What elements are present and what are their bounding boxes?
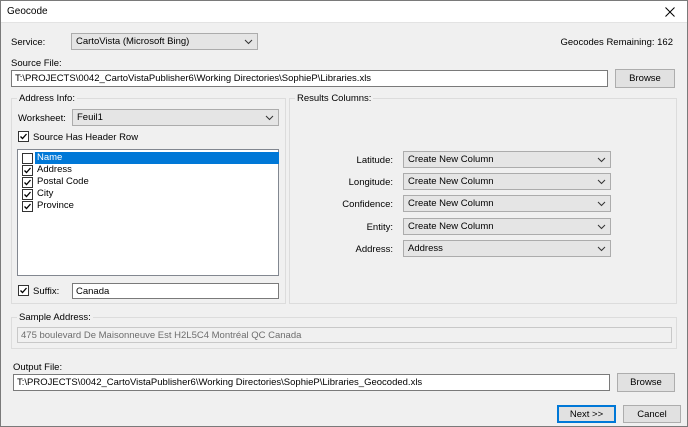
- address-fields-list[interactable]: Name Address Postal Code City Province: [17, 149, 279, 276]
- chevron-down-icon: [597, 179, 606, 185]
- list-item-label: Address: [37, 164, 72, 175]
- worksheet-value: Feuil1: [77, 112, 103, 123]
- field-checkbox[interactable]: [22, 189, 33, 200]
- output-file-field[interactable]: T:\PROJECTS\0042_CartoVistaPublisher6\Wo…: [13, 374, 610, 391]
- service-value: CartoVista (Microsoft Bing): [76, 36, 190, 47]
- output-file-label: Output File:: [13, 362, 63, 373]
- field-checkbox[interactable]: [22, 177, 33, 188]
- suffix-checkbox[interactable]: [18, 285, 29, 296]
- chevron-down-icon: [597, 224, 606, 230]
- suffix-label: Suffix:: [33, 286, 60, 297]
- cancel-button[interactable]: Cancel: [623, 405, 681, 423]
- list-item-label: City: [37, 188, 54, 199]
- list-item-address[interactable]: Address: [20, 164, 276, 176]
- geocode-dialog: Geocode Service: CartoVista (Microsoft B…: [0, 0, 688, 427]
- list-item-city[interactable]: City: [20, 188, 276, 200]
- list-item-label: Name: [35, 152, 279, 164]
- window-title: Geocode: [7, 6, 48, 17]
- list-item-postal-code[interactable]: Postal Code: [20, 176, 276, 188]
- sample-address-label: Sample Address:: [17, 312, 93, 323]
- checkmark-icon: [24, 203, 31, 210]
- checkmark-icon: [20, 133, 27, 140]
- worksheet-label: Worksheet:: [18, 113, 66, 124]
- address-column-value: Address: [408, 243, 443, 254]
- longitude-value: Create New Column: [408, 176, 494, 187]
- entity-value: Create New Column: [408, 221, 494, 232]
- latitude-label: Latitude:: [356, 155, 393, 166]
- latitude-dropdown[interactable]: Create New Column: [403, 151, 611, 168]
- chevron-down-icon: [597, 157, 606, 163]
- entity-label: Entity:: [366, 222, 393, 233]
- chevron-down-icon: [597, 201, 606, 207]
- list-item-province[interactable]: Province: [20, 200, 276, 212]
- header-row-checkbox[interactable]: [18, 131, 29, 142]
- source-browse-button[interactable]: Browse: [615, 69, 675, 88]
- header-row-label: Source Has Header Row: [33, 132, 139, 143]
- field-checkbox[interactable]: [22, 153, 33, 164]
- service-dropdown[interactable]: CartoVista (Microsoft Bing): [71, 33, 258, 50]
- confidence-value: Create New Column: [408, 198, 494, 209]
- field-checkbox[interactable]: [22, 201, 33, 212]
- chevron-down-icon: [244, 39, 253, 45]
- list-item-label: Province: [37, 200, 74, 211]
- chevron-down-icon: [597, 246, 606, 252]
- close-icon: [665, 7, 675, 17]
- checkmark-icon: [24, 179, 31, 186]
- address-column-label: Address:: [355, 244, 394, 255]
- longitude-label: Longitude:: [348, 177, 393, 188]
- checkmark-icon: [24, 191, 31, 198]
- next-button[interactable]: Next >>: [557, 405, 616, 423]
- checkmark-icon: [20, 287, 27, 294]
- checkmark-icon: [24, 167, 31, 174]
- title-bar: Geocode: [1, 1, 687, 23]
- chevron-down-icon: [265, 115, 274, 121]
- worksheet-dropdown[interactable]: Feuil1: [72, 109, 279, 126]
- address-info-label: Address Info:: [17, 93, 77, 104]
- source-file-field[interactable]: T:\PROJECTS\0042_CartoVistaPublisher6\Wo…: [11, 70, 608, 87]
- list-item-label: Postal Code: [37, 176, 89, 187]
- results-columns-label: Results Columns:: [295, 93, 374, 104]
- output-browse-button[interactable]: Browse: [617, 373, 675, 392]
- close-button[interactable]: [653, 1, 687, 23]
- list-item-name[interactable]: Name: [20, 152, 279, 164]
- latitude-value: Create New Column: [408, 154, 494, 165]
- sample-address-field: 475 boulevard De Maisonneuve Est H2L5C4 …: [17, 327, 672, 343]
- confidence-label: Confidence:: [342, 199, 393, 210]
- geocodes-remaining: Geocodes Remaining: 162: [560, 37, 674, 48]
- confidence-dropdown[interactable]: Create New Column: [403, 195, 611, 212]
- source-file-label: Source File:: [11, 58, 62, 69]
- longitude-dropdown[interactable]: Create New Column: [403, 173, 611, 190]
- address-column-dropdown[interactable]: Address: [403, 240, 611, 257]
- entity-dropdown[interactable]: Create New Column: [403, 218, 611, 235]
- field-checkbox[interactable]: [22, 165, 33, 176]
- service-label: Service:: [11, 37, 46, 48]
- suffix-field[interactable]: Canada: [72, 283, 279, 299]
